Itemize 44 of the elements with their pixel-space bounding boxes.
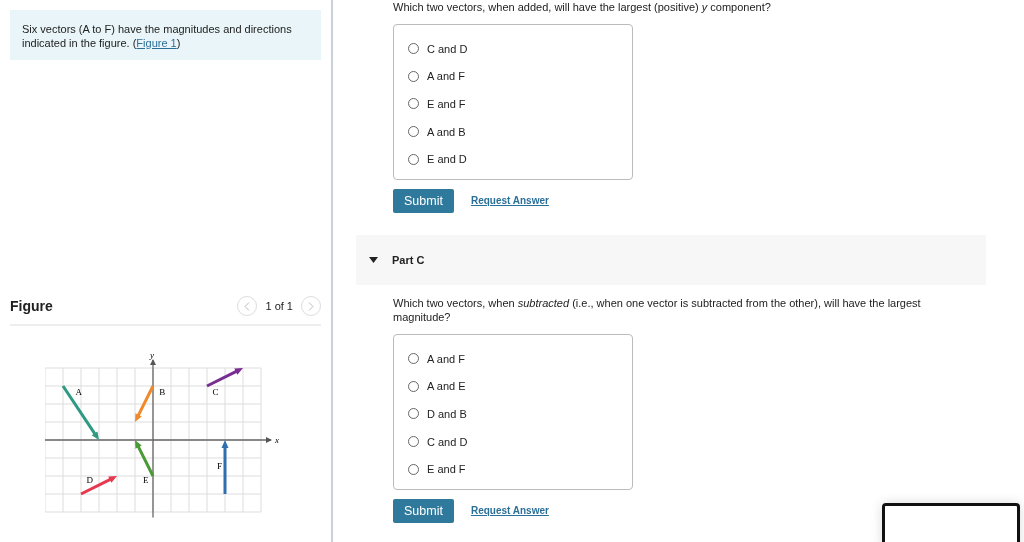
figure-link[interactable]: Figure 1 (136, 37, 177, 49)
figure-title: Figure (10, 298, 53, 314)
screenshot-thumbnail[interactable] (882, 503, 1020, 542)
radio-button[interactable] (408, 126, 419, 138)
submit-button[interactable]: Submit (393, 498, 454, 523)
vector-label: E (143, 475, 149, 486)
part-header[interactable]: Part C (356, 234, 986, 285)
question-text: Which two vectors, when subtracted (i.e., when one vector is subtracted from the other), will have the largest magnitude? (393, 295, 922, 324)
vector-label: F (216, 460, 222, 471)
axis-label: y (150, 350, 154, 360)
vector-label: B (159, 387, 166, 397)
page-counter: 1 of 1 (265, 300, 293, 312)
radio-button[interactable] (408, 463, 419, 475)
option-label: E and D (427, 153, 467, 166)
vector-label: A (75, 387, 83, 397)
option-label: C and D (427, 435, 468, 448)
radio-button[interactable] (408, 98, 419, 110)
radio-button[interactable] (408, 436, 419, 448)
vector-label: C (212, 387, 219, 397)
submit-button[interactable]: Submit (393, 188, 454, 213)
vector-label: D (86, 475, 93, 486)
intro-text: Six vectors (A to F) have the magnitudes and directions indicated in the figure. (Figure 1) (10, 10, 321, 60)
option-label: D and B (427, 407, 467, 420)
request-answer-link[interactable]: Request Answer (470, 505, 549, 517)
radio-button[interactable] (408, 380, 419, 392)
chevron-right-icon (308, 301, 314, 311)
axis-label: x (275, 435, 279, 445)
question-text: Which two vectors, when added, will have the largest (positive) y component? (393, 0, 772, 14)
part-title: Part C (392, 253, 425, 266)
option-label: E and F (427, 463, 466, 476)
option-label: A and E (427, 380, 466, 393)
radio-button[interactable] (408, 70, 419, 82)
chevron-left-icon (244, 301, 251, 311)
option-label: A and B (427, 125, 466, 138)
radio-button[interactable] (408, 153, 419, 165)
request-answer-link[interactable]: Request Answer (470, 195, 549, 207)
option-label: E and F (427, 98, 466, 110)
caret-icon (369, 256, 378, 263)
radio-button[interactable] (408, 43, 419, 55)
radio-button[interactable] (408, 353, 419, 365)
option-label: C and D (427, 42, 468, 55)
option-label: A and F (427, 352, 465, 365)
radio-button[interactable] (408, 408, 419, 420)
option-label: A and F (427, 70, 465, 83)
